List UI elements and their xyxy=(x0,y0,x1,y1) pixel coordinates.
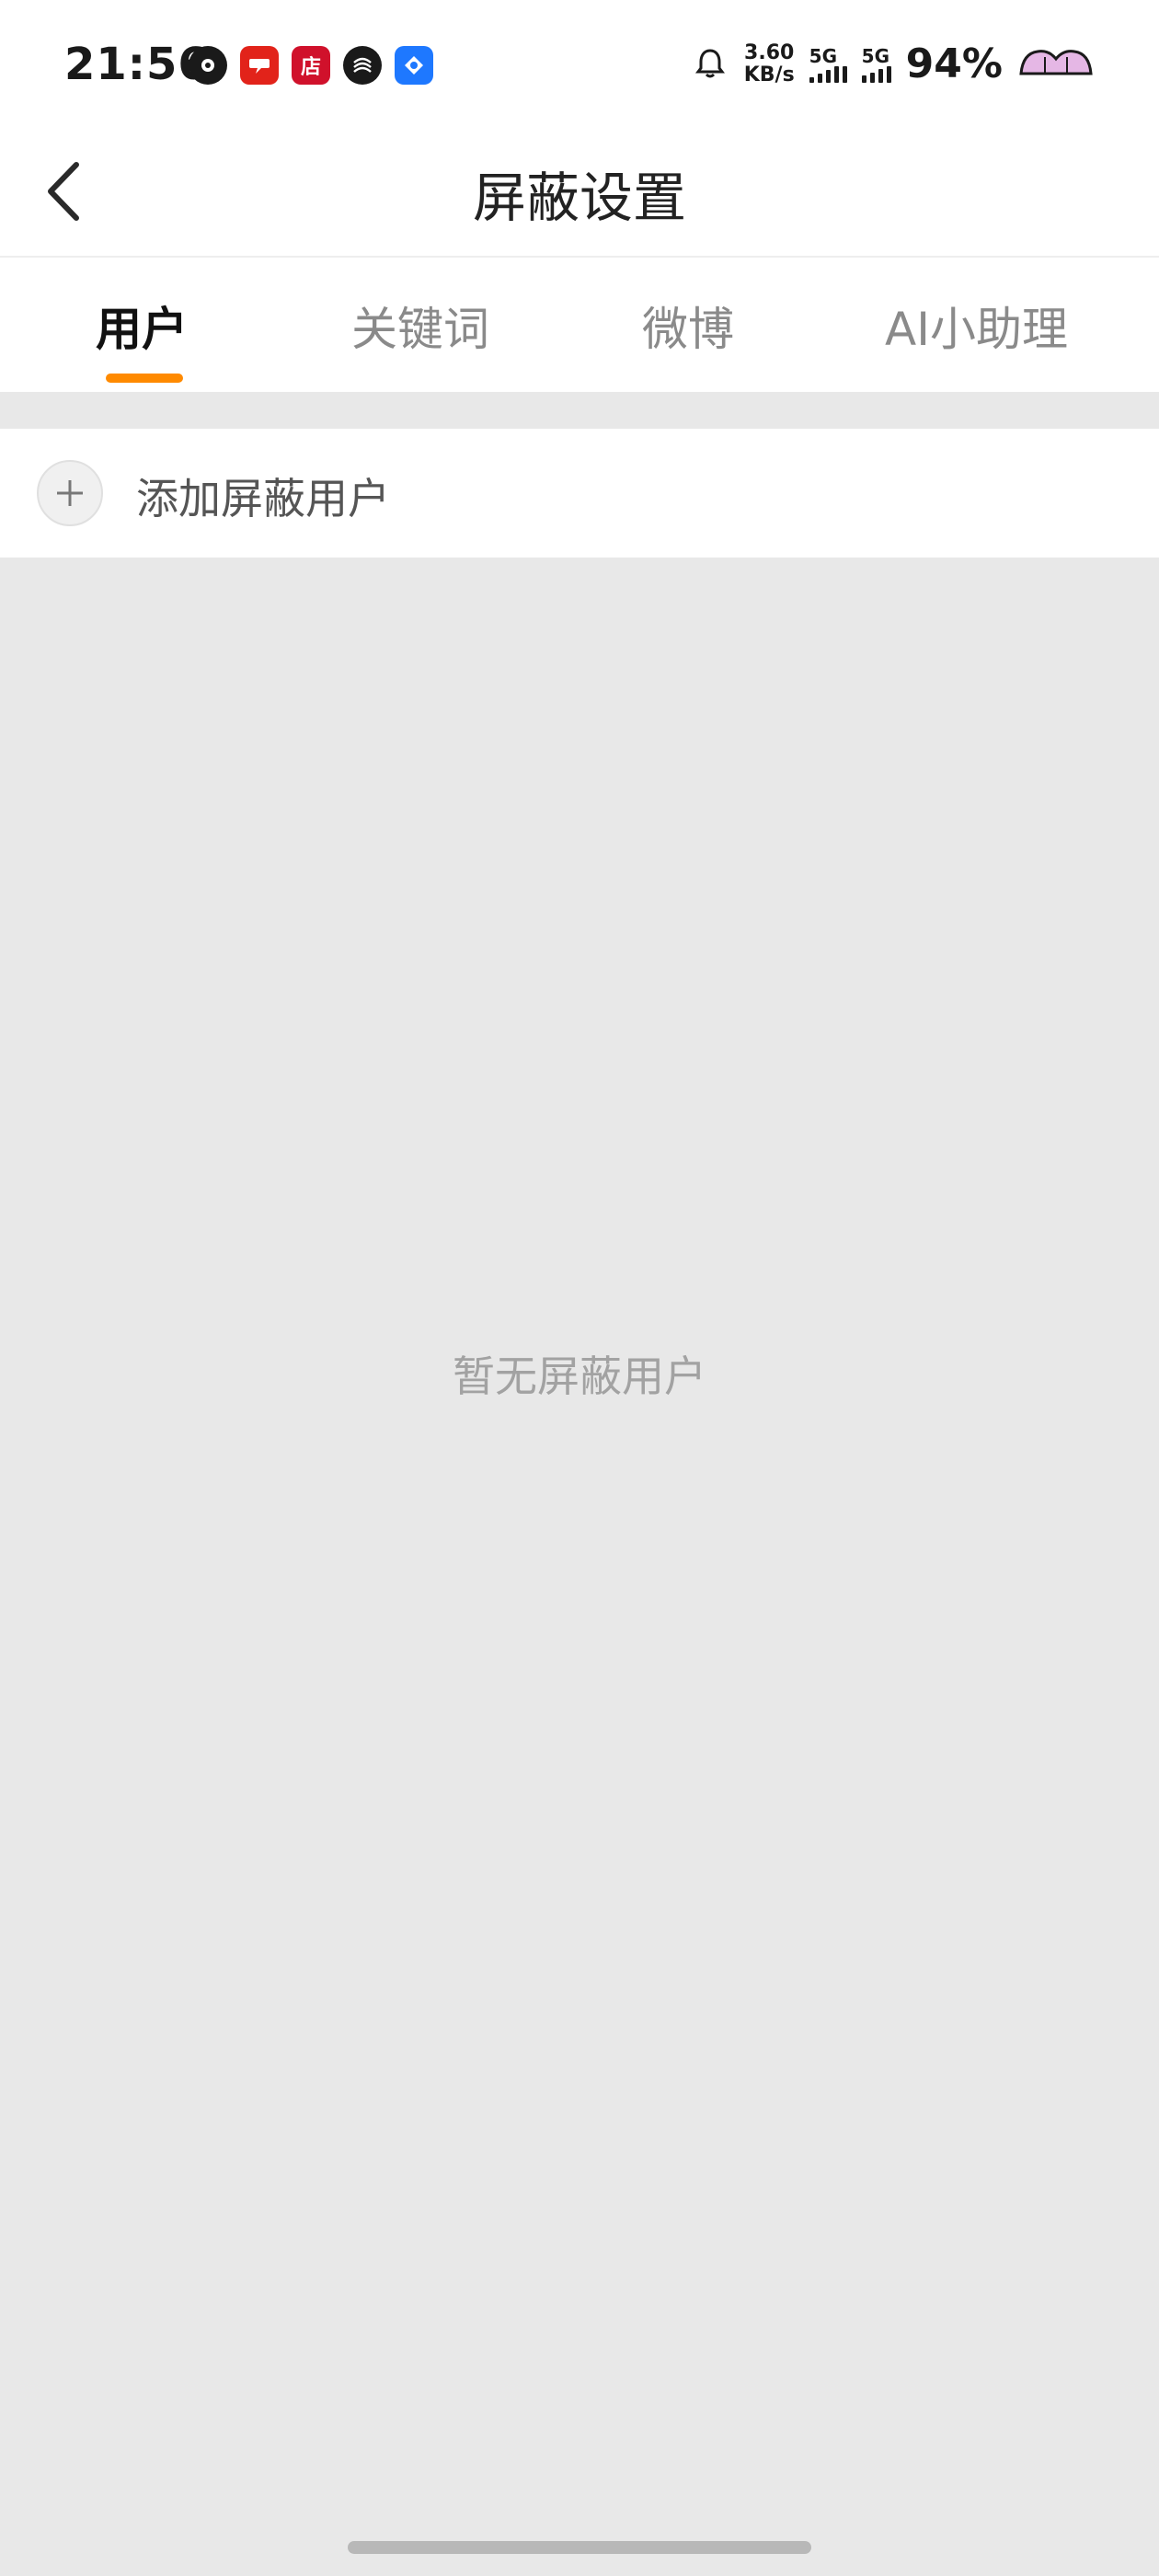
sim1-signal-icon xyxy=(809,65,847,83)
active-tab-indicator xyxy=(106,374,183,383)
sim1-signal: 5G xyxy=(809,46,847,83)
blue-app-icon xyxy=(395,46,433,85)
mobile-app-icon xyxy=(343,46,382,85)
sim2-signal: 5G xyxy=(861,44,891,83)
tab-weibo[interactable]: 微博 xyxy=(642,293,734,359)
status-right: 3.60 KB/s 5G 5G 94% xyxy=(691,40,1095,87)
sim2-signal-icon xyxy=(861,65,891,83)
battery-icon xyxy=(1017,46,1095,83)
store-app-icon: 店 xyxy=(292,46,330,85)
status-bar: 21:56 店 3.60 KB/s 5G 5G 94% xyxy=(0,0,1159,138)
net-speed: 3.60 KB/s xyxy=(743,40,795,86)
sim1-label: 5G xyxy=(809,44,838,67)
battery-percent: 94% xyxy=(905,40,1003,87)
add-blocked-user-button[interactable]: 添加屏蔽用户 xyxy=(0,429,1159,558)
empty-state-text: 暂无屏蔽用户 xyxy=(453,1351,706,1401)
news-app-icon xyxy=(240,46,279,85)
add-blocked-user-label: 添加屏蔽用户 xyxy=(136,474,390,523)
net-speed-unit: KB/s xyxy=(743,63,795,86)
page-title: 屏蔽设置 xyxy=(472,167,686,229)
status-app-icons: 店 xyxy=(189,46,433,85)
net-speed-value: 3.60 xyxy=(744,40,795,64)
app-icon-1 xyxy=(189,46,227,85)
tab-users[interactable]: 用户 xyxy=(96,293,188,359)
tab-keywords[interactable]: 关键词 xyxy=(351,293,489,359)
alarm-icon xyxy=(691,43,729,86)
nav-bar: 屏蔽设置 xyxy=(0,138,1159,258)
tab-bar: 用户 关键词 微博 AI小助理 xyxy=(0,258,1159,392)
tab-ai-assistant[interactable]: AI小助理 xyxy=(885,293,1068,359)
plus-icon xyxy=(37,460,103,526)
sim2-label: 5G xyxy=(861,44,890,67)
home-indicator[interactable] xyxy=(348,2541,811,2554)
